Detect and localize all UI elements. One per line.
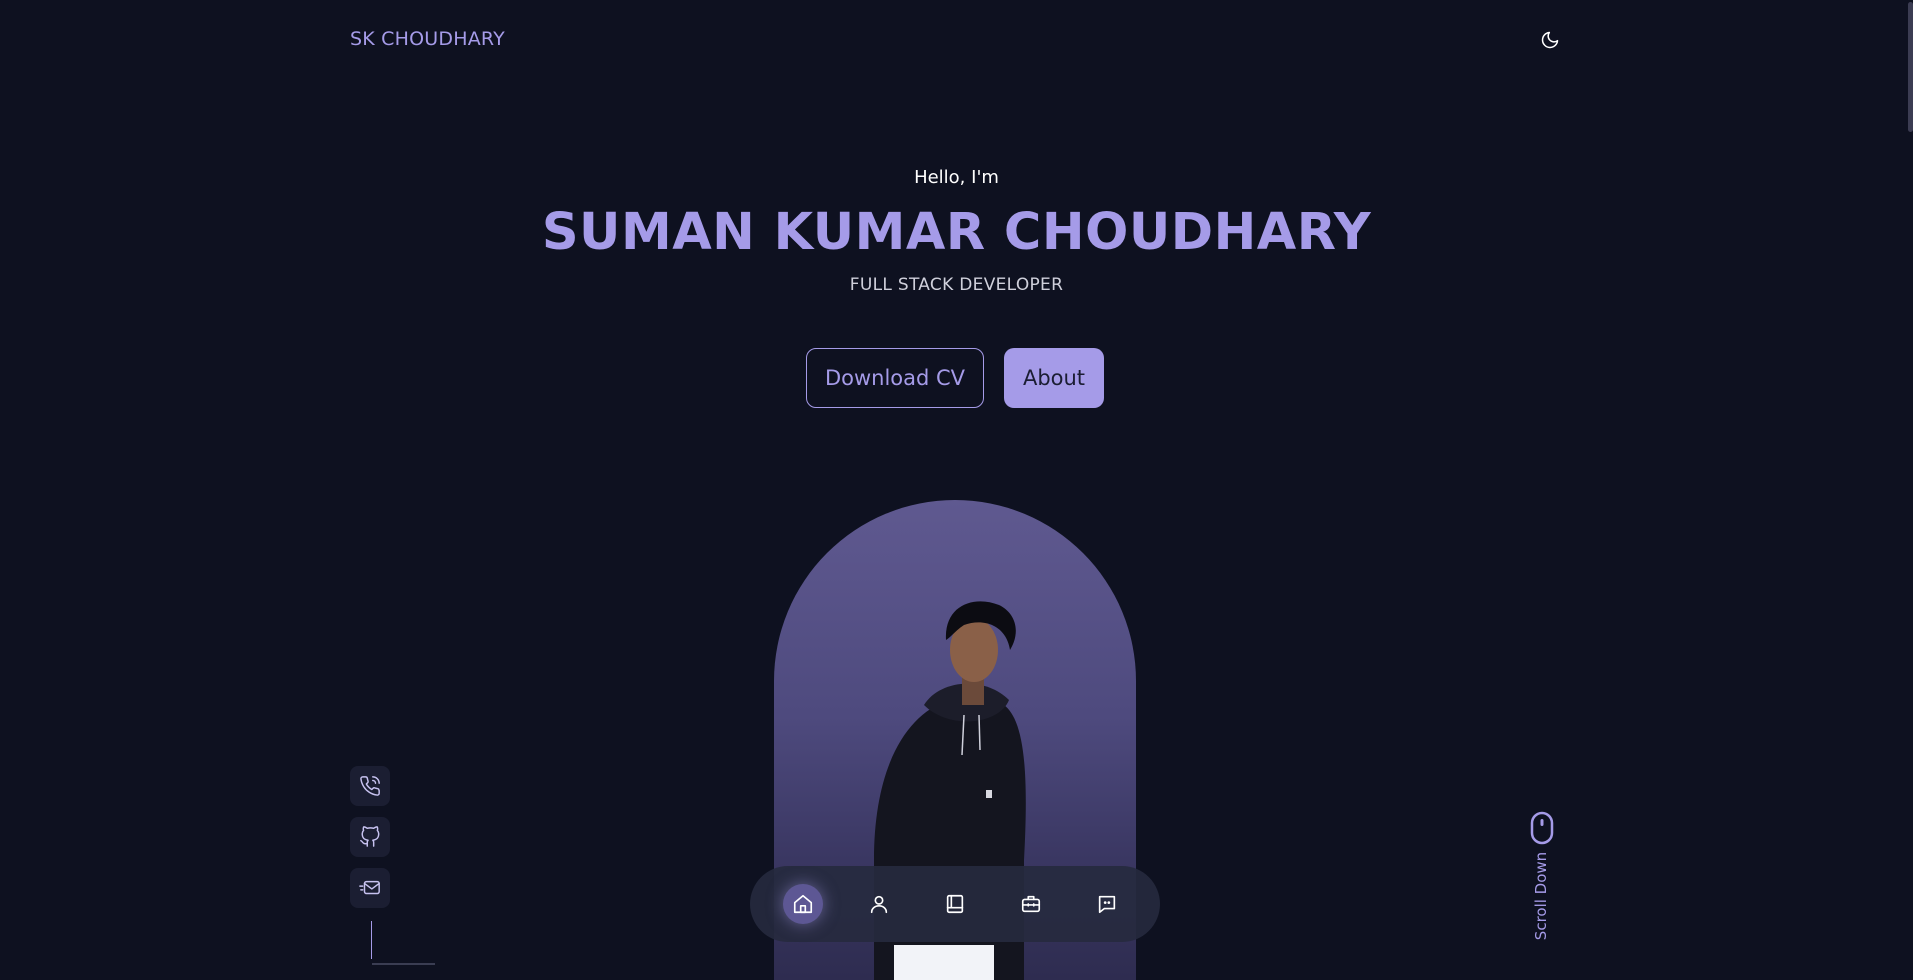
bottom-navigation — [750, 866, 1160, 942]
github-link[interactable] — [350, 817, 390, 857]
bottom-divider — [372, 963, 435, 965]
nav-about[interactable] — [859, 884, 899, 924]
book-icon — [946, 894, 964, 914]
about-button[interactable]: About — [1004, 348, 1104, 408]
nav-education[interactable] — [935, 884, 975, 924]
mail-icon — [359, 880, 380, 895]
phone-link[interactable] — [350, 766, 390, 806]
nav-contact[interactable] — [1087, 884, 1127, 924]
user-icon — [870, 895, 888, 914]
briefcase-icon — [1021, 895, 1041, 913]
github-icon — [360, 826, 380, 847]
page-scrollbar[interactable] — [1908, 2, 1913, 132]
theme-toggle-button[interactable] — [1539, 29, 1561, 51]
hero-greeting: Hello, I'm — [914, 167, 999, 188]
nav-home[interactable] — [783, 884, 823, 924]
mouse-icon[interactable] — [1530, 811, 1554, 845]
hero-name: SUMAN KUMAR CHOUDHARY — [541, 203, 1372, 262]
hero-role: FULL STACK DEVELOPER — [849, 275, 1064, 295]
moon-icon — [1541, 31, 1559, 49]
site-logo[interactable]: SK CHOUDHARY — [350, 28, 505, 50]
download-cv-button[interactable]: Download CV — [806, 348, 984, 408]
social-divider-line — [371, 921, 372, 959]
scroll-down-link[interactable]: Scroll Down — [1532, 851, 1550, 941]
email-link[interactable] — [350, 868, 390, 908]
nav-portfolio[interactable] — [1011, 884, 1051, 924]
phone-icon — [360, 776, 380, 796]
chat-icon — [1098, 895, 1116, 914]
home-icon — [793, 894, 813, 914]
